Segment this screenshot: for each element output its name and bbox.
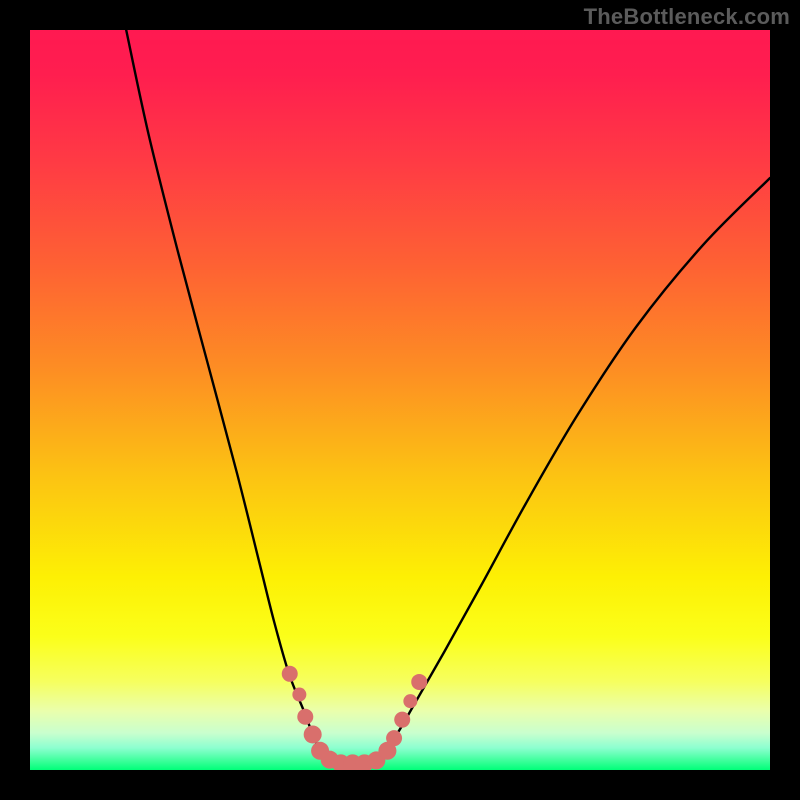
highlight-dot <box>297 709 313 725</box>
highlight-dot <box>304 725 322 743</box>
highlight-dot <box>411 674 427 690</box>
highlight-dot <box>282 666 298 682</box>
chart-frame: TheBottleneck.com <box>0 0 800 800</box>
highlight-dot <box>394 712 410 728</box>
watermark-text: TheBottleneck.com <box>584 4 790 30</box>
highlight-dot <box>403 694 417 708</box>
bottleneck-curve <box>126 30 770 764</box>
highlight-dots <box>282 666 428 770</box>
highlight-dot <box>292 688 306 702</box>
plot-area <box>30 30 770 770</box>
highlight-dot <box>386 730 402 746</box>
curve-overlay <box>30 30 770 770</box>
